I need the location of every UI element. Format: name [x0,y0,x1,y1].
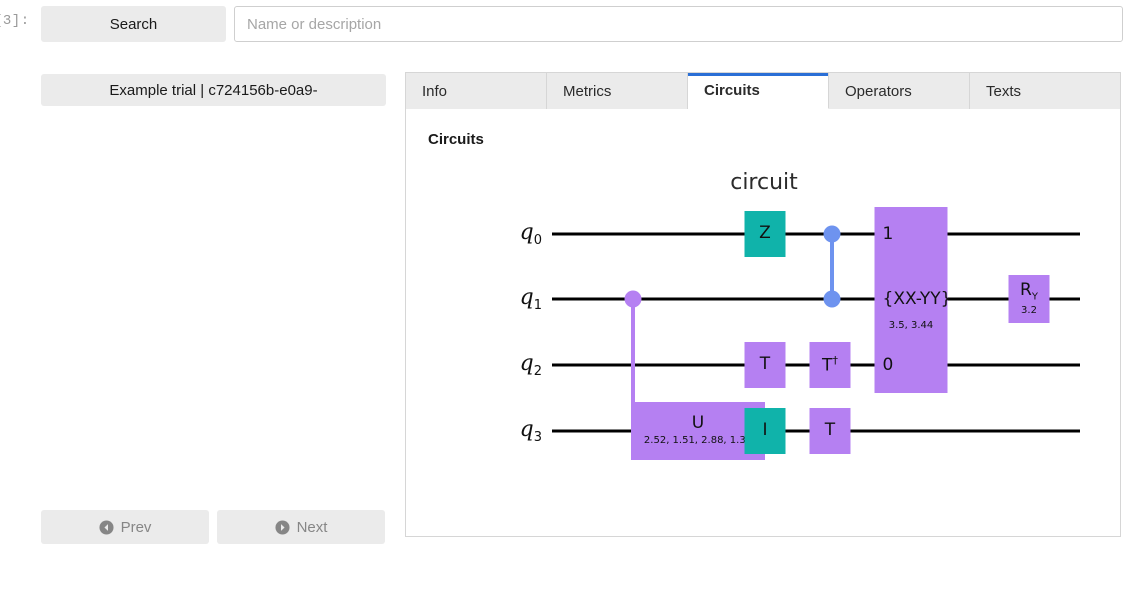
gate-t-q2-label: T [759,354,771,375]
qubit-label-q1: q1 [519,284,542,314]
circuit-diagram: circuit q0 q1 q2 q3 U 2.52, 1.51, 2.88, … [428,154,1100,534]
gate-t-q2[interactable]: T [744,342,786,388]
gate-xxyy-slot-q0: 1 [882,224,894,244]
notebook-prompt-label: [3]: [0,13,30,29]
control-dot-q1-u [624,290,642,308]
gate-z-label: Z [759,223,771,244]
search-button[interactable]: Search [41,6,226,42]
tab-operators[interactable]: Operators [829,73,970,109]
gate-ry-params: 3.2 [1021,304,1037,316]
arrow-circle-right-icon [275,519,290,535]
tab-circuits[interactable]: Circuits [688,73,829,109]
trial-sidebar: Example trial | c724156b-e0a9- Prev Next [41,74,386,544]
gate-t-q3-label: T [824,420,836,441]
control-line-cz [830,234,834,299]
qubit-label-q2: q2 [519,350,542,380]
control-dot-q0 [823,225,841,243]
gate-i-q3[interactable]: I [744,408,786,454]
gate-i-q3-label: I [762,420,768,441]
arrow-circle-left-icon [99,519,114,535]
gate-xxyy-multiqubit[interactable]: 1 {XX-YY} 3.5, 3.44 0 [874,207,951,393]
trial-selector-button[interactable]: Example trial | c724156b-e0a9- [41,74,386,106]
next-button-label: Next [296,518,328,536]
gate-z-q0[interactable]: Z [744,211,786,257]
gate-u-params: 2.52, 1.51, 2.88, 1.37 [643,435,753,447]
gate-xxyy-slot-q2: 0 [882,355,894,375]
prev-button[interactable]: Prev [41,510,209,544]
tab-bar: Info Metrics Circuits Operators Texts [406,73,1120,109]
control-dot-q1 [823,290,841,308]
gate-tdg-q2[interactable]: T† [809,342,851,388]
gate-xxyy-slot-q1: {XX-YY} [882,289,952,309]
search-bar: Search [41,6,1123,42]
prev-button-label: Prev [120,518,152,536]
gate-ry-q1[interactable]: RY 3.2 [1008,275,1050,323]
qubit-label-q3: q3 [519,416,542,446]
notebook-output-cell: [3]: Search Example trial | c724156b-e0a… [0,0,1133,600]
gate-ry-label: RY [1020,279,1038,303]
tab-info[interactable]: Info [406,73,547,109]
gate-xxyy-params: 3.5, 3.44 [888,320,934,331]
details-panel: Info Metrics Circuits Operators Texts Ci… [405,72,1121,537]
gate-tdg-q2-label: T† [822,353,838,376]
panel-heading: Circuits [428,131,484,148]
next-button[interactable]: Next [217,510,385,544]
tab-texts[interactable]: Texts [970,73,1120,109]
wire-q0 [552,232,1080,236]
gate-t-q3[interactable]: T [809,408,851,454]
circuits-tab-content: Circuits circuit q0 q1 q2 q3 U 2.52, 1.5… [406,109,1120,537]
gate-u-label: U [691,413,705,434]
trial-pagination: Prev Next [41,510,385,544]
search-input[interactable] [234,6,1123,42]
circuit-title: circuit [730,170,798,195]
tab-metrics[interactable]: Metrics [547,73,688,109]
qubit-label-q0: q0 [519,219,542,249]
